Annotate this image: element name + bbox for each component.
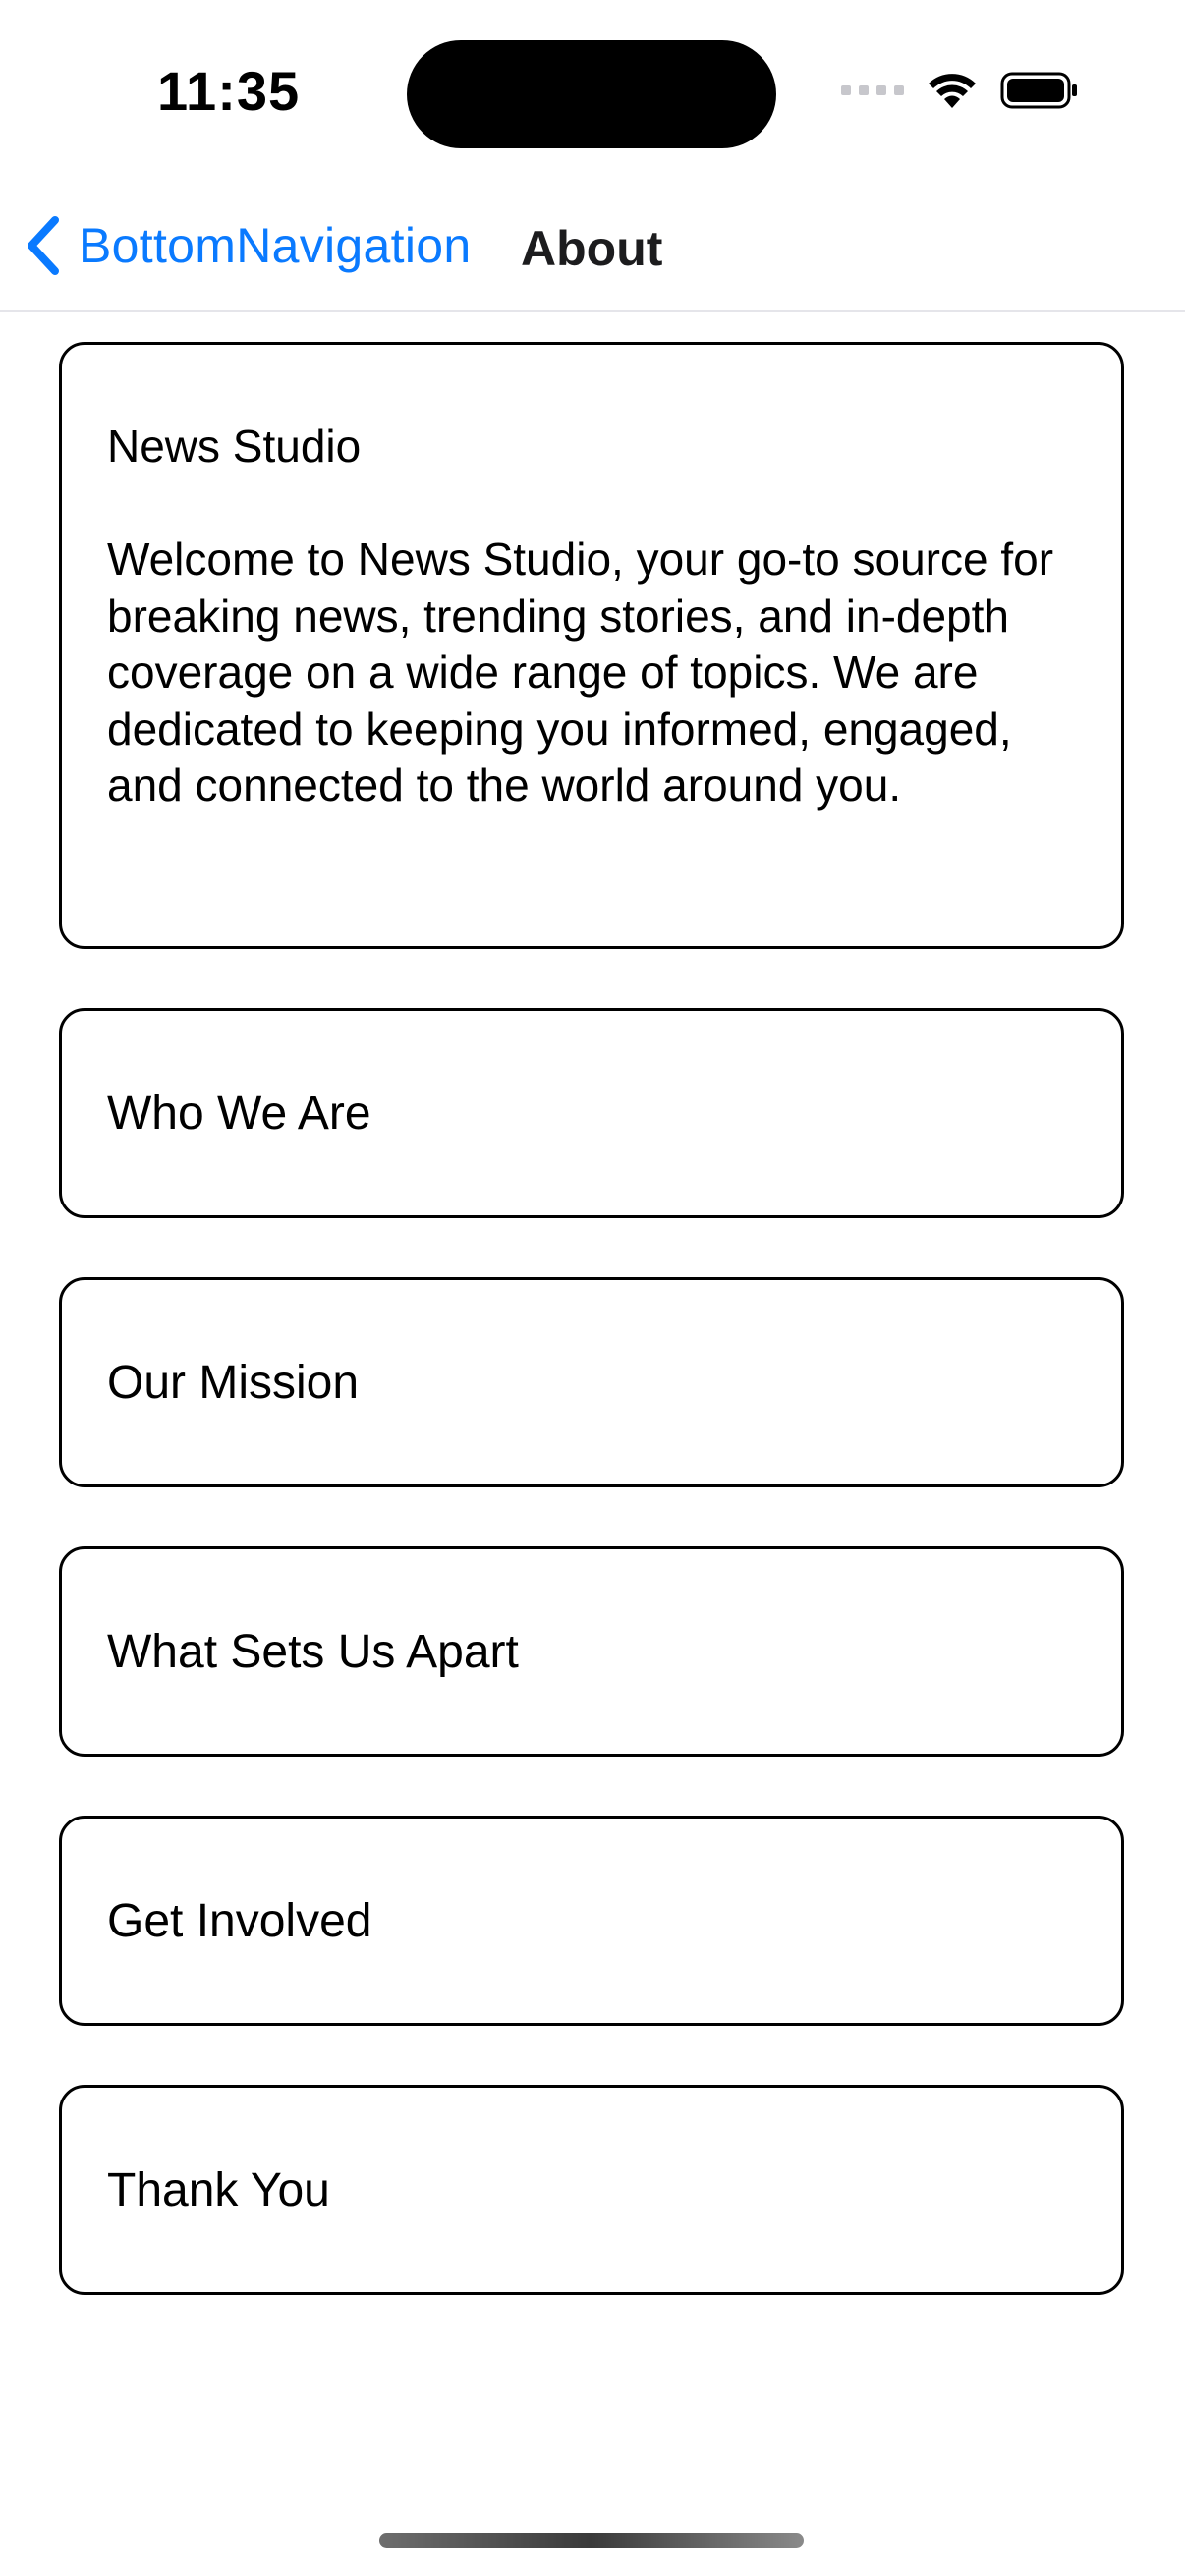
section-label: What Sets Us Apart — [107, 1625, 519, 1678]
chevron-left-icon — [28, 216, 59, 275]
intro-card: News Studio Welcome to News Studio, your… — [59, 342, 1124, 949]
section-what-sets-us-apart[interactable]: What Sets Us Apart — [59, 1546, 1124, 1757]
battery-icon — [1000, 72, 1077, 109]
intro-body: Welcome to News Studio, your go-to sourc… — [107, 533, 1054, 811]
section-get-involved[interactable]: Get Involved — [59, 1816, 1124, 2026]
navigation-bar: BottomNavigation About — [0, 177, 1185, 312]
back-button-label: BottomNavigation — [79, 218, 472, 273]
wifi-icon — [929, 74, 976, 108]
section-our-mission[interactable]: Our Mission — [59, 1277, 1124, 1487]
section-label: Thank You — [107, 2163, 330, 2216]
cellular-signal-icon — [841, 85, 904, 95]
status-bar: 11:35 — [0, 0, 1185, 177]
section-label: Our Mission — [107, 1356, 360, 1409]
back-button[interactable]: BottomNavigation — [22, 214, 471, 277]
section-thank-you[interactable]: Thank You — [59, 2085, 1124, 2295]
status-icons — [841, 71, 1079, 110]
about-content: News Studio Welcome to News Studio, your… — [59, 342, 1124, 2354]
status-time: 11:35 — [157, 60, 301, 122]
intro-title: News Studio — [107, 420, 362, 472]
section-label: Get Involved — [107, 1894, 372, 1947]
dynamic-island — [407, 40, 776, 148]
section-who-we-are[interactable]: Who We Are — [59, 1008, 1124, 1218]
page-title: About — [521, 221, 663, 276]
home-indicator[interactable] — [379, 2533, 804, 2548]
section-label: Who We Are — [107, 1087, 371, 1140]
